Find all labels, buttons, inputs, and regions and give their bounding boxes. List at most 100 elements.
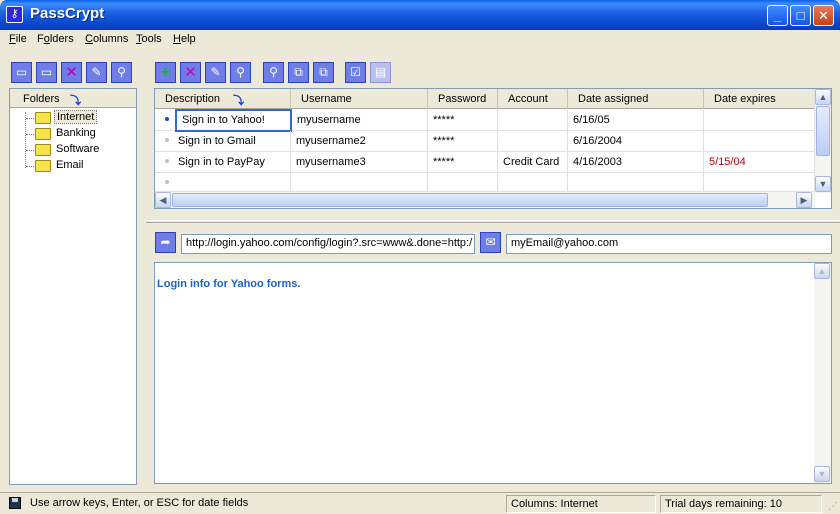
edit-folder-pencil-icon[interactable]: ✎ (86, 62, 107, 83)
notes-vertical-scrollbar[interactable]: ▲ ▼ (814, 263, 831, 483)
menu-bar: File Folders Columns Tools Help (0, 30, 840, 50)
status-hint: Use arrow keys, Enter, or ESC for date f… (30, 497, 249, 509)
menu-columns[interactable]: Columns (85, 33, 128, 45)
cell-password[interactable]: ***** (428, 131, 498, 152)
cell-username[interactable]: myusername3 (291, 152, 428, 173)
delete-folder-button[interactable]: ✕ (61, 62, 82, 83)
scroll-left-icon[interactable]: ◀ (155, 192, 171, 208)
scroll-right-icon[interactable]: ▶ (796, 192, 812, 208)
minimize-button[interactable]: _ (767, 5, 788, 26)
column-label: Account (508, 93, 548, 105)
table-row[interactable]: Sign in to PayPay myusername3 ***** Cred… (155, 152, 815, 173)
folder-item-software[interactable]: Software (26, 142, 126, 158)
search-entry-magnifier-icon[interactable]: ⚲ (230, 62, 251, 83)
new-folder-button[interactable]: ▭ (11, 62, 32, 83)
copy-username-icon[interactable]: ⧉ (288, 62, 309, 83)
pane-splitter[interactable] (146, 220, 840, 223)
table-row-new[interactable] (155, 173, 815, 194)
save-disk-icon (9, 497, 21, 509)
cell-description[interactable]: Sign in to Yahoo! (175, 109, 292, 132)
cell-date-expires[interactable]: 5/15/04 (704, 152, 815, 173)
status-columns: Columns: Internet (506, 495, 656, 513)
table-row[interactable]: Sign in to Yahoo! myusername ***** 6/16/… (155, 109, 815, 132)
status-bar: Use arrow keys, Enter, or ESC for date f… (0, 492, 840, 514)
notes-text[interactable]: Login info for Yahoo forms. (157, 278, 300, 290)
email-field[interactable]: myEmail@yahoo.com (506, 234, 832, 254)
cell-username[interactable]: myusername (292, 110, 428, 131)
folder-item-email[interactable]: Email (26, 158, 126, 174)
scroll-up-icon[interactable]: ▲ (815, 89, 831, 105)
menu-folders[interactable]: Folders (37, 33, 74, 45)
cell-description[interactable]: Sign in to PayPay (173, 152, 291, 173)
column-label: Description (165, 93, 221, 105)
close-button[interactable]: ✕ (813, 5, 834, 26)
cell-description[interactable]: Sign in to Gmail (173, 131, 291, 152)
cell-password[interactable]: ***** (428, 110, 498, 131)
copy-password-icon[interactable]: ⧉ (313, 62, 334, 83)
cell-password[interactable]: ***** (428, 152, 498, 173)
scroll-thumb[interactable] (172, 193, 768, 207)
tree-tick (26, 118, 34, 119)
column-header-date-expires[interactable]: Date expires (704, 89, 815, 109)
grid-vertical-scrollbar[interactable]: ▲ ▼ (814, 89, 831, 193)
column-header-username[interactable]: Username (291, 89, 428, 109)
folder-label: Email (56, 159, 84, 171)
folders-header-label: Folders (23, 93, 60, 105)
cell-username[interactable]: myusername2 (291, 131, 428, 152)
entries-grid[interactable]: Description ⤵ Username Password Account … (154, 88, 832, 209)
maximize-button[interactable]: □ (790, 5, 811, 26)
menu-tools[interactable]: Tools (136, 33, 162, 45)
notes-area[interactable]: Login info for Yahoo forms. ▲ ▼ (154, 262, 832, 484)
fill-form-icon[interactable]: ▤ (370, 62, 391, 83)
row-marker (165, 138, 169, 142)
url-field[interactable]: http://login.yahoo.com/config/login?.src… (181, 234, 475, 254)
cell-date-assigned[interactable]: 6/16/2004 (568, 131, 704, 152)
cell-account[interactable] (498, 131, 568, 152)
cell-date-assigned[interactable]: 6/16/05 (568, 110, 704, 131)
sort-descending-icon: ⤵ (70, 95, 81, 107)
folder-label: Software (56, 143, 100, 155)
column-header-account[interactable]: Account (498, 89, 568, 109)
open-folder-icon (35, 112, 51, 124)
window-title: PassCrypt (30, 5, 105, 22)
title-bar[interactable]: ⚷ PassCrypt _ □ ✕ (0, 0, 840, 30)
send-email-envelope-icon[interactable]: ✉ (480, 232, 501, 253)
rename-folder-button[interactable]: ▭ (36, 62, 57, 83)
properties-checklist-icon[interactable]: ☑ (345, 62, 366, 83)
scroll-down-icon[interactable]: ▼ (814, 466, 830, 482)
new-row-marker (165, 180, 169, 184)
folder-item-internet[interactable]: Internet (26, 110, 126, 126)
column-header-date-assigned[interactable]: Date assigned (568, 89, 704, 109)
app-key-icon[interactable]: ⚷ (6, 6, 23, 23)
grid-horizontal-scrollbar[interactable]: ◀ ▶ (155, 191, 815, 208)
column-header-description[interactable]: Description ⤵ (155, 89, 291, 109)
cell-date-expires[interactable] (704, 131, 815, 152)
menu-file[interactable]: File (9, 33, 27, 45)
scroll-down-icon[interactable]: ▼ (815, 176, 831, 192)
go-to-url-arrow-icon[interactable]: ➦ (155, 232, 176, 253)
menu-help[interactable]: Help (173, 33, 196, 45)
find-entry-button-icon[interactable]: ⚲ (263, 62, 284, 83)
folders-header[interactable]: Folders ⤵ (10, 89, 136, 108)
folder-item-banking[interactable]: Banking (26, 126, 126, 142)
resize-grip-icon[interactable]: ⋰ (828, 501, 838, 512)
cell-date-assigned[interactable]: 4/16/2003 (568, 152, 704, 173)
delete-entry-button[interactable]: ✕ (180, 62, 201, 83)
sort-descending-icon: ⤵ (233, 95, 244, 107)
cell-date-expires[interactable] (704, 110, 815, 131)
cell-account[interactable] (498, 110, 568, 131)
edit-entry-pencil-icon[interactable]: ✎ (205, 62, 226, 83)
tree-tick (26, 166, 34, 167)
status-trial: Trial days remaining: 10 (660, 495, 822, 513)
folder-toolbar: ▭ ▭ ✕ ✎ ⚲ (11, 62, 135, 84)
find-folder-magnifier-icon[interactable]: ⚲ (111, 62, 132, 83)
scroll-thumb[interactable] (816, 106, 830, 156)
cell-account[interactable]: Credit Card (498, 152, 568, 173)
scroll-up-icon[interactable]: ▲ (814, 263, 830, 279)
column-label: Username (301, 93, 352, 105)
folder-label: Banking (56, 127, 96, 139)
folders-pane[interactable]: Folders ⤵ Internet Banking Software Emai… (9, 88, 137, 485)
table-row[interactable]: Sign in to Gmail myusername2 ***** 6/16/… (155, 131, 815, 152)
add-entry-button[interactable]: + (155, 62, 176, 83)
column-header-password[interactable]: Password (428, 89, 498, 109)
